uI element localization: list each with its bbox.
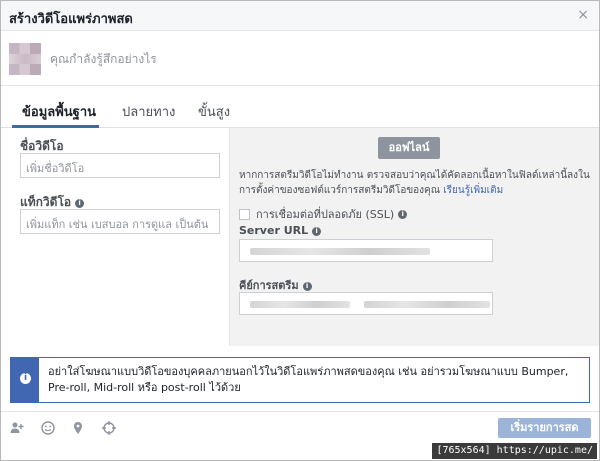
- info-icon[interactable]: i: [302, 282, 312, 291]
- dialog-header: สร้างวิดีโอแพร่ภาพสด ×: [1, 1, 599, 31]
- close-icon[interactable]: ×: [577, 7, 589, 23]
- notice-icon-box: i: [11, 358, 39, 402]
- emoji-icon[interactable]: [41, 421, 55, 435]
- server-url-field[interactable]: [239, 239, 493, 262]
- video-name-input[interactable]: เพิ่มชื่อวิดีโอ: [20, 153, 220, 178]
- stream-settings-pane: ออฟไลน์ หากการสตรีมวิดีโอไม่ทำงาน ตรวจสอ…: [229, 128, 599, 346]
- redacted-value: [250, 301, 350, 308]
- server-url-label: Server URL i: [239, 224, 322, 237]
- basic-info-pane: ชื่อวิดีโอ เพิ่มชื่อวิดีโอ แท็กวิดีโอ i เ…: [1, 128, 229, 346]
- video-tags-input[interactable]: เพิ่มแท็ก เช่น เบสบอล การดูแล เป็นต้น: [20, 209, 220, 234]
- info-icon[interactable]: i: [75, 199, 85, 208]
- live-video-dialog: สร้างวิดีโอแพร่ภาพสด × คุณกำลังรู้สึกอย่…: [0, 0, 600, 461]
- redacted-value: [250, 248, 430, 255]
- status-composer: คุณกำลังรู้สึกอย่างไร: [1, 32, 599, 86]
- info-icon: i: [20, 373, 31, 384]
- tab-bar: ข้อมูลพื้นฐาน ปลายทาง ขั้นสูง: [1, 87, 599, 128]
- location-pin-icon[interactable]: [71, 421, 85, 435]
- ssl-option[interactable]: การเชื่อมต่อที่ปลอดภัย (SSL) i: [239, 205, 408, 223]
- notice-text: อย่าใส่โฆษณาแบบวิดีโอของบุคคลภายนอกไว้ใน…: [48, 365, 569, 394]
- status-badge: ออฟไลน์: [378, 137, 440, 159]
- redacted-value: [364, 301, 490, 308]
- tab-advanced[interactable]: ขั้นสูง: [198, 101, 230, 122]
- stream-help-text: หากการสตรีมวิดีโอไม่ทำงาน ตรวจสอบว่าคุณไ…: [239, 170, 590, 196]
- stream-key-field[interactable]: [239, 292, 493, 315]
- tag-people-icon[interactable]: [10, 421, 24, 435]
- avatar: [9, 43, 41, 75]
- go-live-button[interactable]: เริ่มรายการสด: [498, 418, 591, 438]
- ssl-checkbox[interactable]: [239, 208, 250, 220]
- info-icon[interactable]: i: [398, 209, 408, 219]
- crosshair-icon[interactable]: [102, 421, 116, 435]
- ssl-label: การเชื่อมต่อที่ปลอดภัย (SSL): [256, 208, 395, 221]
- learn-more-link[interactable]: เรียนรู้เพิ่มเติม: [443, 185, 503, 196]
- ad-policy-notice: i อย่าใส่โฆษณาแบบวิดีโอของบุคคลภายนอกไว้…: [10, 357, 590, 403]
- tab-destination[interactable]: ปลายทาง: [122, 101, 175, 122]
- dialog-footer: เริ่มรายการสด: [1, 411, 599, 443]
- info-icon[interactable]: i: [312, 227, 322, 236]
- dialog-title: สร้างวิดีโอแพร่ภาพสด: [9, 12, 133, 27]
- watermark-label: [765x564] https://upic.me/: [432, 443, 597, 459]
- tab-basic[interactable]: ข้อมูลพื้นฐาน: [22, 101, 96, 122]
- status-input[interactable]: คุณกำลังรู้สึกอย่างไร: [50, 50, 157, 69]
